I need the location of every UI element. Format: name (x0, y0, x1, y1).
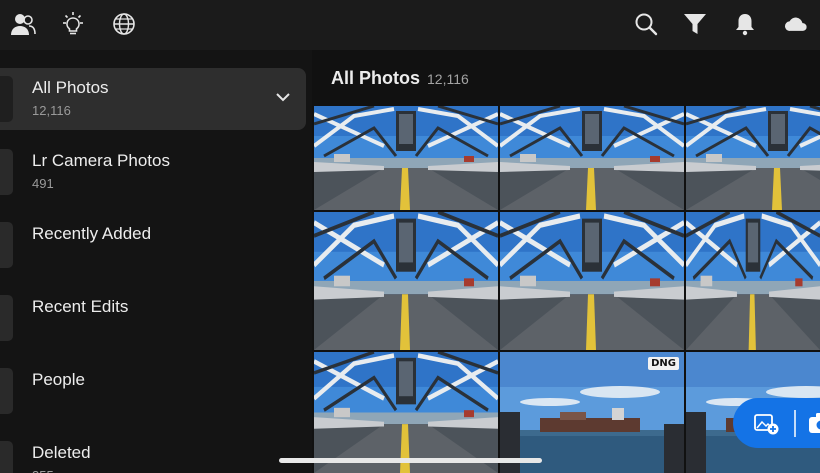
sidebar-item-label: All Photos (32, 78, 109, 97)
album-thumbnail (0, 222, 13, 268)
chevron-down-icon[interactable] (274, 88, 292, 106)
sidebar-item-count: 355 (32, 468, 54, 473)
sidebar-item-deleted[interactable]: Deleted 355 (0, 433, 306, 473)
photo-thumbnail[interactable] (686, 106, 820, 210)
sidebar-item-recently-added[interactable]: Recently Added (0, 214, 306, 276)
sidebar-item-lr-camera-photos[interactable]: Lr Camera Photos 491 (0, 141, 306, 203)
sidebar-item-label: People (32, 370, 85, 389)
sidebar-item-label: Recently Added (32, 224, 152, 243)
globe-icon[interactable] (110, 10, 138, 38)
sidebar: All Photos 12,116 Lr Camera Photos 491 R… (0, 50, 312, 473)
album-thumbnail (0, 441, 13, 473)
add-photos-fab[interactable] (733, 398, 820, 448)
sidebar-item-all-photos[interactable]: All Photos 12,116 (0, 68, 306, 130)
album-thumbnail (0, 368, 13, 414)
photo-thumbnail[interactable] (500, 106, 684, 210)
dng-badge: DNG (648, 357, 679, 370)
photo-thumbnail[interactable] (314, 106, 498, 210)
camera-icon[interactable] (808, 410, 820, 436)
sidebar-item-count: 491 (32, 176, 54, 191)
bell-icon[interactable] (731, 10, 759, 38)
page-title: All Photos (331, 68, 420, 88)
album-thumbnail (0, 295, 13, 341)
photo-thumbnail[interactable] (314, 352, 498, 473)
photo-count: 12,116 (427, 71, 469, 87)
add-photo-icon[interactable] (753, 410, 779, 436)
sidebar-item-count: 12,116 (32, 103, 71, 118)
photo-thumbnail[interactable] (500, 212, 684, 350)
top-bar (0, 0, 820, 50)
people-icon[interactable] (9, 10, 37, 38)
lightbulb-icon[interactable] (59, 10, 87, 38)
album-thumbnail (0, 149, 13, 195)
sidebar-item-label: Recent Edits (32, 297, 129, 316)
fab-divider (794, 410, 796, 437)
photo-thumbnail[interactable]: DNG (500, 352, 684, 473)
photo-thumbnail[interactable] (686, 212, 820, 350)
cloud-icon[interactable] (781, 10, 811, 38)
sidebar-item-label: Lr Camera Photos (32, 151, 170, 170)
sidebar-item-label: Deleted (32, 443, 91, 462)
home-indicator (279, 458, 542, 463)
sidebar-item-people[interactable]: People (0, 360, 306, 422)
sidebar-item-recent-edits[interactable]: Recent Edits (0, 287, 306, 349)
photo-thumbnail[interactable] (314, 212, 498, 350)
filter-icon[interactable] (681, 10, 709, 38)
album-thumbnail (0, 76, 13, 122)
search-icon[interactable] (632, 10, 660, 38)
